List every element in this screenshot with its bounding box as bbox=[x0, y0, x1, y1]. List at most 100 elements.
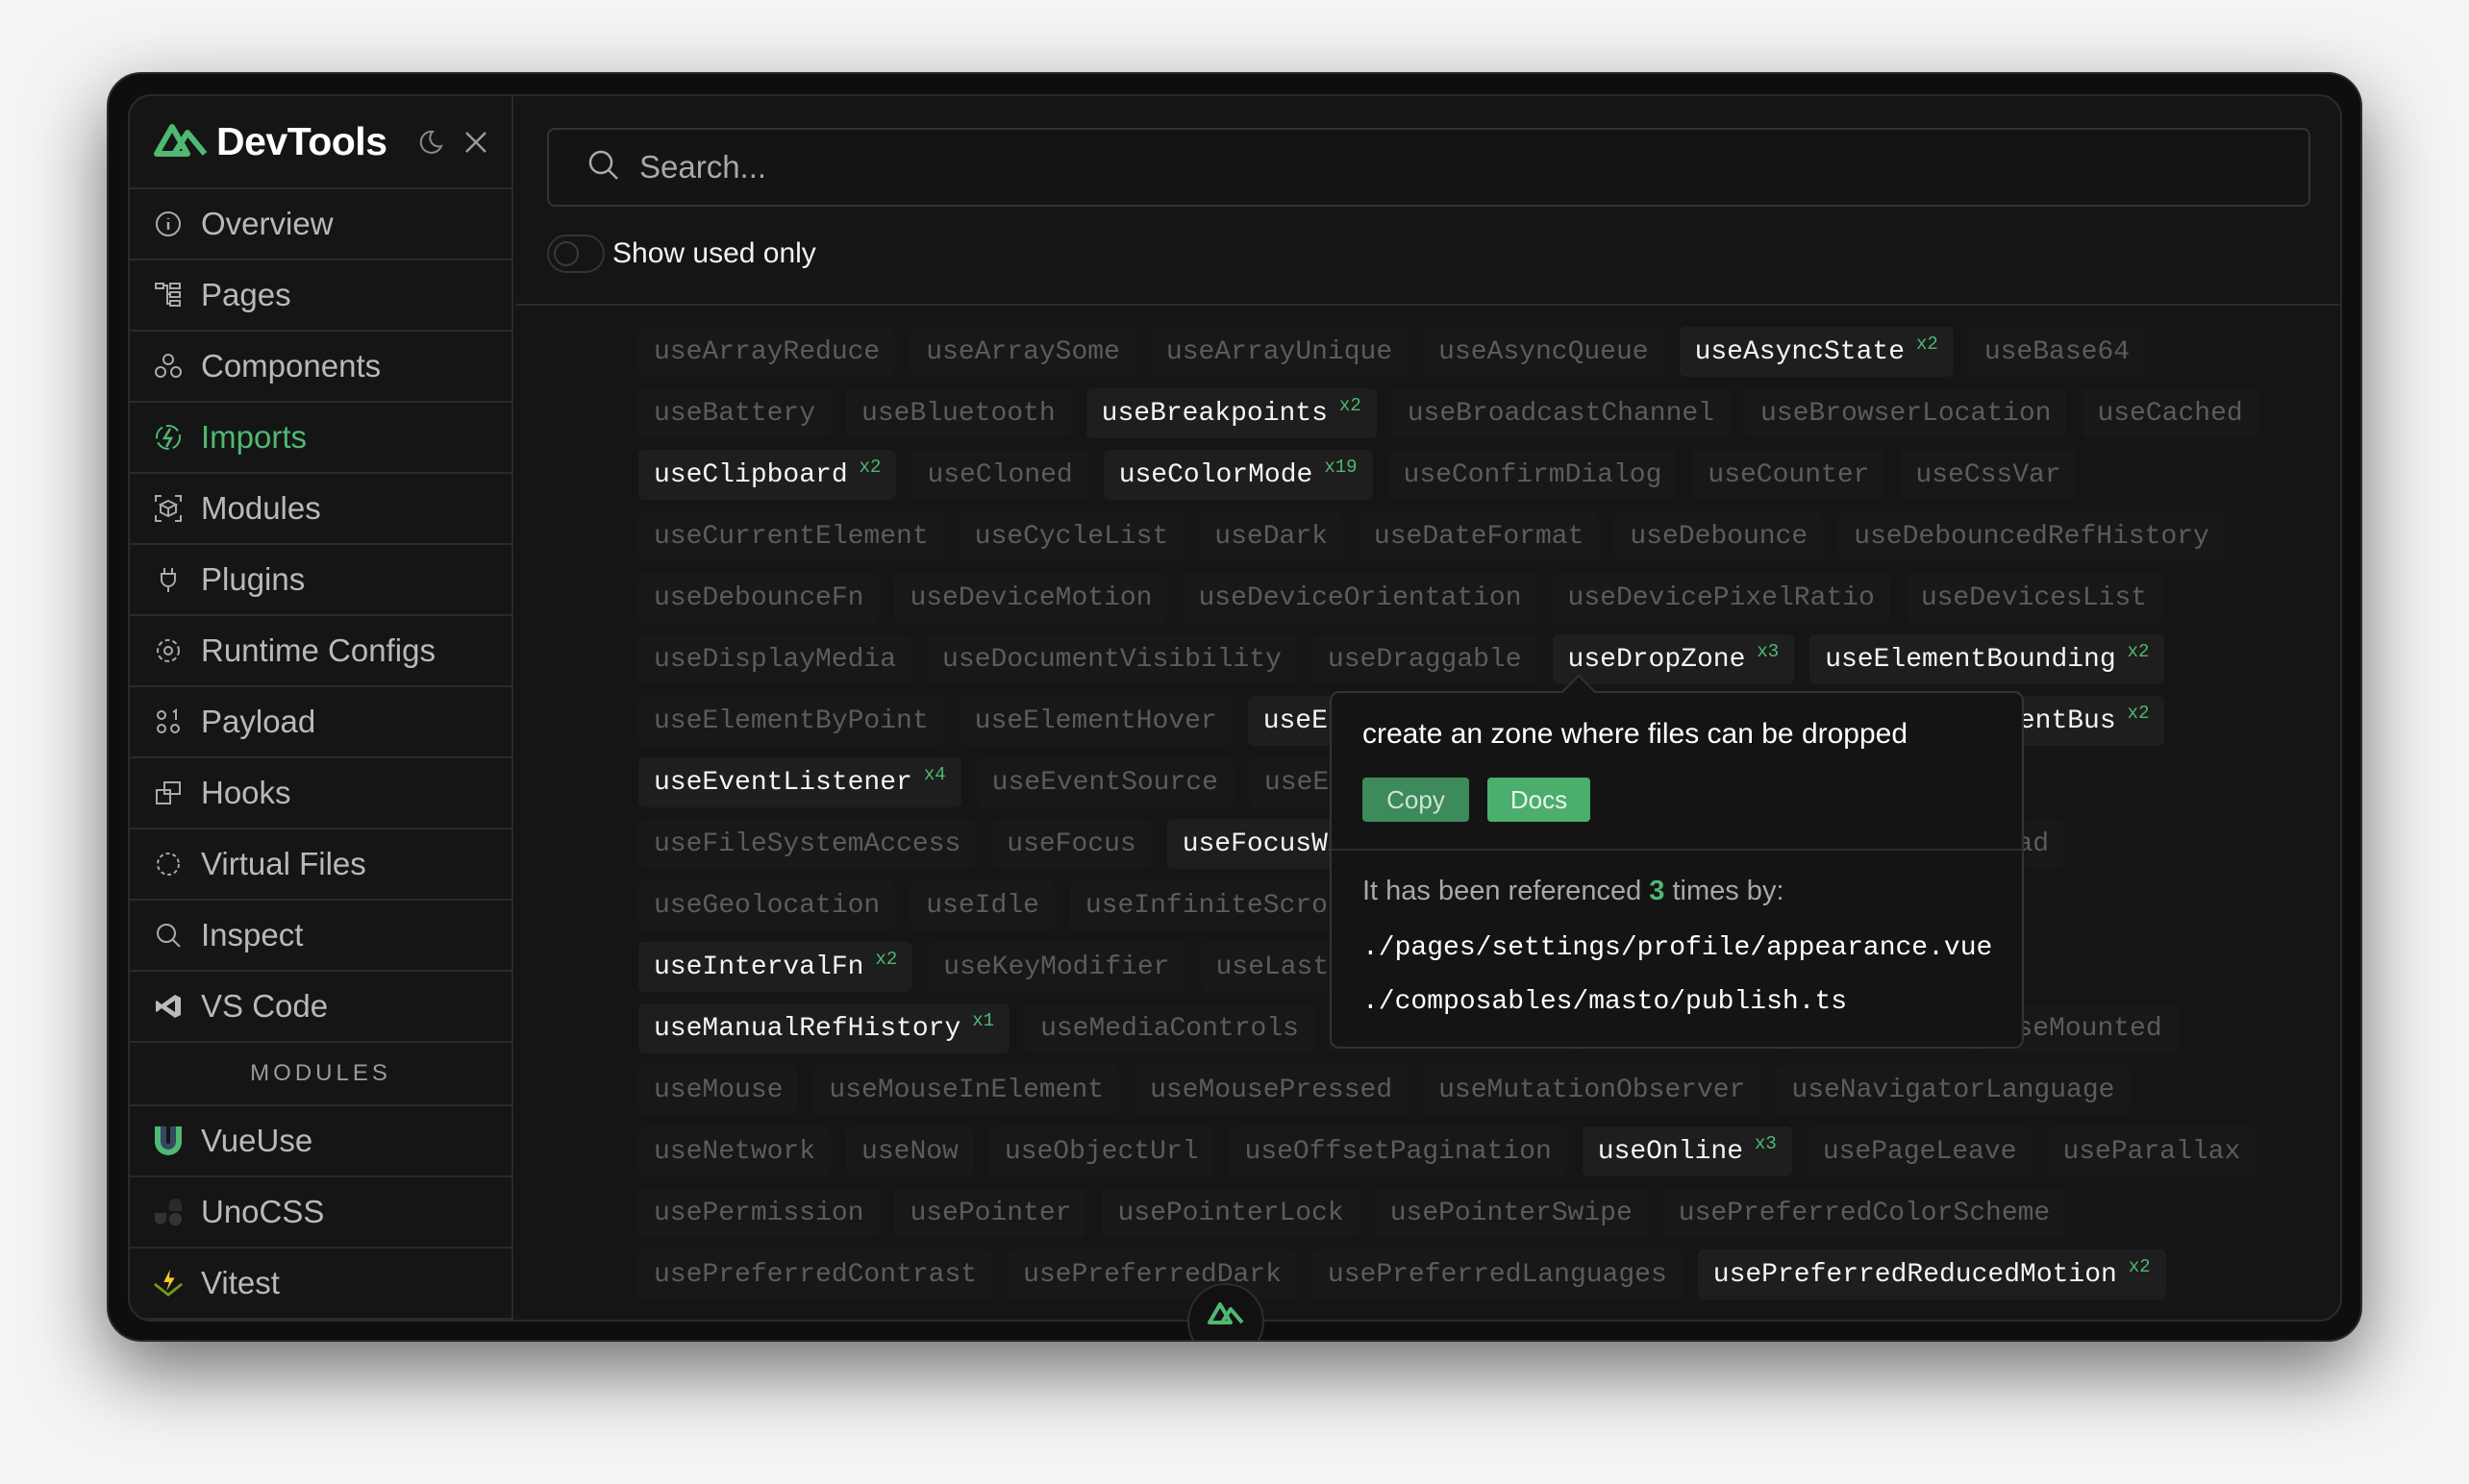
sidebar-item-unocss[interactable]: UnoCSS bbox=[130, 1177, 511, 1249]
import-item[interactable]: usePageLeave bbox=[1807, 1126, 2033, 1176]
moon-icon[interactable] bbox=[411, 123, 449, 161]
import-item[interactable]: useCounter bbox=[1692, 450, 1885, 500]
import-item[interactable]: useMutationObserver bbox=[1423, 1065, 1761, 1115]
import-item[interactable]: useManualRefHistory x1 bbox=[638, 1003, 1010, 1053]
import-item[interactable]: usePreferredReducedMotion x2 bbox=[1697, 1249, 2166, 1299]
import-item[interactable]: useDevicesList bbox=[1905, 573, 2163, 623]
import-item[interactable]: useDebouncedRefHistory bbox=[1838, 511, 2225, 561]
hooks-icon bbox=[153, 778, 184, 808]
import-item[interactable]: useArrayReduce bbox=[638, 327, 896, 377]
import-item[interactable]: useDraggable bbox=[1311, 634, 1537, 684]
import-item[interactable]: usePermission bbox=[638, 1188, 880, 1238]
import-item[interactable]: usePointerSwipe bbox=[1374, 1188, 1648, 1238]
sidebar-item-modules[interactable]: Modules bbox=[130, 474, 511, 545]
import-item[interactable]: usePointer bbox=[894, 1188, 1087, 1238]
import-item[interactable]: useBattery bbox=[638, 388, 832, 438]
import-item[interactable]: useAsyncQueue bbox=[1423, 327, 1664, 377]
import-item[interactable]: useParallax bbox=[2047, 1126, 2257, 1176]
import-item[interactable]: useElementBounding x2 bbox=[1809, 634, 2165, 684]
import-item[interactable]: useMouseInElement bbox=[813, 1065, 1120, 1115]
import-item[interactable]: useObjectUrl bbox=[988, 1126, 1214, 1176]
import-item[interactable]: useBreakpoints x2 bbox=[1085, 388, 1377, 438]
import-item[interactable]: useMediaControls bbox=[1025, 1003, 1314, 1053]
import-item[interactable]: useElementByPoint bbox=[638, 696, 944, 746]
sidebar-item-overview[interactable]: Overview bbox=[130, 189, 511, 260]
import-item[interactable]: useMouse bbox=[638, 1065, 799, 1115]
import-item[interactable]: useCssVar bbox=[1900, 450, 2077, 500]
sidebar-item-vueuse[interactable]: VueUse bbox=[130, 1106, 511, 1177]
import-item[interactable]: useDebounceFn bbox=[638, 573, 880, 623]
sidebar-item-plugins[interactable]: Plugins bbox=[130, 545, 511, 616]
reference-path[interactable]: ./pages/settings/profile/appearance.vue bbox=[1362, 933, 1992, 963]
import-item[interactable]: useBrowserLocation bbox=[1745, 388, 2067, 438]
close-icon[interactable] bbox=[457, 123, 495, 161]
search-box[interactable] bbox=[547, 128, 2310, 207]
sidebar-item-inspect[interactable]: Inspect bbox=[130, 901, 511, 972]
sidebar-item-virtual-files[interactable]: Virtual Files bbox=[130, 829, 511, 901]
import-item[interactable]: useNetwork bbox=[638, 1126, 832, 1176]
sidebar-item-components[interactable]: Components bbox=[130, 332, 511, 403]
sidebar-item-payload[interactable]: Payload bbox=[130, 687, 511, 758]
import-item[interactable]: useMousePressed bbox=[1135, 1065, 1409, 1115]
import-item[interactable]: useEventListener x4 bbox=[638, 757, 961, 807]
docs-button[interactable]: Docs bbox=[1487, 778, 1590, 822]
import-item[interactable]: useDropZone x3 bbox=[1552, 634, 1795, 684]
sidebar-item-vs-code[interactable]: VS Code bbox=[130, 972, 511, 1043]
import-item[interactable]: useConfirmDialog bbox=[1387, 450, 1678, 500]
import-item[interactable]: useDebounce bbox=[1614, 511, 1824, 561]
import-item[interactable]: useArrayUnique bbox=[1150, 327, 1409, 377]
import-item[interactable]: useEventSource bbox=[976, 757, 1234, 807]
import-item[interactable]: usePreferredColorScheme bbox=[1662, 1188, 2066, 1238]
sidebar-item-vitest[interactable]: Vitest bbox=[130, 1249, 511, 1320]
import-item[interactable]: useDeviceMotion bbox=[894, 573, 1168, 623]
import-item[interactable]: useDocumentVisibility bbox=[927, 634, 1297, 684]
import-name: useArrayReduce bbox=[654, 336, 881, 367]
sidebar-item-hooks[interactable]: Hooks bbox=[130, 758, 511, 829]
import-item[interactable]: useClipboard x2 bbox=[638, 450, 897, 500]
sidebar: DevTools Overview Pages Components Imports M… bbox=[130, 96, 513, 1320]
copy-button[interactable]: Copy bbox=[1362, 778, 1469, 822]
import-item[interactable]: usePointerLock bbox=[1102, 1188, 1359, 1238]
import-item[interactable]: useFileSystemAccess bbox=[638, 819, 977, 869]
reference-path[interactable]: ./composables/masto/publish.ts bbox=[1362, 987, 1847, 1017]
import-item[interactable]: useColorMode x19 bbox=[1103, 450, 1373, 500]
import-item[interactable]: useFocus bbox=[991, 819, 1152, 869]
import-item[interactable]: useNavigatorLanguage bbox=[1776, 1065, 2131, 1115]
sidebar-item-label: Overview bbox=[201, 206, 334, 241]
import-item[interactable]: useKeyModifier bbox=[928, 942, 1185, 992]
import-item[interactable]: useDark bbox=[1199, 511, 1343, 561]
import-name: useMounted bbox=[2000, 1013, 2162, 1044]
toggle-switch[interactable] bbox=[547, 235, 605, 273]
import-item[interactable]: useArraySome bbox=[910, 327, 1135, 377]
import-item[interactable]: useCached bbox=[2082, 388, 2258, 438]
import-item[interactable]: useGeolocation bbox=[638, 880, 896, 930]
sidebar-item-pages[interactable]: Pages bbox=[130, 260, 511, 332]
import-item[interactable]: useDisplayMedia bbox=[638, 634, 912, 684]
import-item[interactable]: useDevicePixelRatio bbox=[1552, 573, 1890, 623]
import-item[interactable]: useAsyncState x2 bbox=[1679, 327, 1954, 377]
import-item[interactable]: useCycleList bbox=[959, 511, 1185, 561]
import-item[interactable]: useOffsetPagination bbox=[1229, 1126, 1567, 1176]
import-item[interactable]: useCloned bbox=[911, 450, 1088, 500]
import-item[interactable]: usePreferredContrast bbox=[638, 1249, 993, 1299]
sidebar-item-runtime-configs[interactable]: Runtime Configs bbox=[130, 616, 511, 687]
import-item[interactable]: useIdle bbox=[910, 880, 1055, 930]
import-item[interactable]: useOnline x3 bbox=[1582, 1126, 1792, 1176]
import-item[interactable]: useBroadcastChannel bbox=[1391, 388, 1730, 438]
import-name: useEventListener bbox=[654, 767, 912, 798]
show-used-only-toggle[interactable]: Show used only bbox=[547, 235, 816, 273]
import-item[interactable]: useCurrentElement bbox=[638, 511, 944, 561]
import-item[interactable]: useBase64 bbox=[1968, 327, 2146, 377]
import-item[interactable]: useDateFormat bbox=[1358, 511, 1600, 561]
import-item[interactable]: useElementHover bbox=[959, 696, 1233, 746]
import-item[interactable]: usePreferredDark bbox=[1008, 1249, 1297, 1299]
sidebar-item-imports[interactable]: Imports bbox=[130, 403, 511, 474]
import-name: useCloned bbox=[927, 459, 1073, 490]
search-input[interactable] bbox=[637, 148, 2180, 186]
import-item[interactable]: useIntervalFn x2 bbox=[638, 942, 913, 992]
import-item[interactable]: useBluetooth bbox=[846, 388, 1071, 438]
import-item[interactable]: usePreferredLanguages bbox=[1311, 1249, 1683, 1299]
import-item[interactable]: useNow bbox=[846, 1126, 974, 1176]
import-name: useIdle bbox=[926, 890, 1039, 921]
import-item[interactable]: useDeviceOrientation bbox=[1183, 573, 1537, 623]
